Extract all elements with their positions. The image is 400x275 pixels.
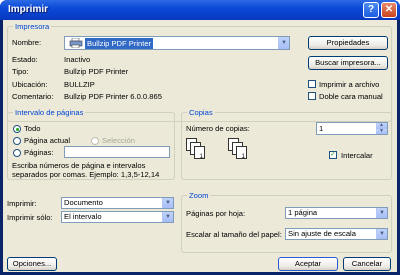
- scale-label: Escalar al tamaño del papel:: [186, 230, 282, 239]
- chevron-down-icon[interactable]: ▼: [162, 198, 173, 208]
- type-value: Bullzip PDF Printer: [64, 67, 129, 76]
- copies-group-title: Copias: [187, 108, 215, 117]
- scale-select[interactable]: Sin ajuste de escala ▼: [285, 228, 388, 240]
- comment-label: Comentario:: [12, 92, 54, 101]
- chevron-down-icon[interactable]: ▼: [278, 37, 289, 49]
- close-button[interactable]: ✕: [381, 2, 397, 18]
- window-title: Imprimir: [8, 4, 49, 15]
- page-range-pages-label: Páginas:: [24, 148, 54, 157]
- copies-count-label: Número de copias:: [186, 124, 250, 133]
- printer-name-value: Bullzip PDF Printer: [85, 38, 154, 49]
- status-value: Inactivo: [64, 55, 91, 64]
- page-range-selection-label: Selección: [102, 136, 135, 145]
- page-range-selection-radio[interactable]: [91, 137, 99, 145]
- duplex-label: Doble cara manual: [319, 92, 383, 101]
- comment-value: Bullzip PDF Printer 6.0.0.865: [64, 92, 162, 101]
- chevron-down-icon[interactable]: ▼: [376, 208, 387, 218]
- printer-group-title: Impresora: [13, 22, 52, 31]
- duplex-checkbox[interactable]: [308, 92, 316, 100]
- pages-input[interactable]: [64, 146, 170, 158]
- printer-name-label: Nombre:: [12, 38, 42, 47]
- pages-per-sheet-select[interactable]: 1 página ▼: [285, 207, 388, 219]
- printer-name-select[interactable]: Bullzip PDF Printer ▼: [64, 36, 290, 50]
- status-label: Estado:: [12, 55, 38, 64]
- printer-icon: [69, 37, 83, 49]
- copies-count-value: 1: [319, 124, 324, 133]
- find-printer-button[interactable]: Buscar impresora...: [308, 56, 388, 70]
- ok-button[interactable]: Aceptar: [278, 257, 338, 271]
- page-range-group-title: Intervalo de páginas: [13, 108, 86, 117]
- page-range-current-label: Página actual: [24, 136, 71, 145]
- location-value: BULLZIP: [64, 80, 95, 89]
- zoom-group-title: Zoom: [187, 191, 211, 200]
- chevron-down-icon[interactable]: ▼: [376, 229, 387, 239]
- print-to-file-checkbox[interactable]: [308, 80, 316, 88]
- print-only-value: El intervalo: [64, 212, 102, 221]
- pages-per-sheet-label: Páginas por hoja:: [186, 209, 246, 218]
- print-what-value: Documento: [64, 198, 103, 207]
- help-button[interactable]: ?: [363, 2, 379, 18]
- print-what-label: Imprimir:: [7, 199, 37, 208]
- print-dialog-window: Imprimir ? ✕ Impresora Nombre: Bullzip P…: [0, 0, 400, 275]
- collate-label: Intercalar: [341, 151, 373, 160]
- location-label: Ubicación:: [12, 80, 48, 89]
- properties-button[interactable]: Propiedades: [308, 36, 388, 50]
- spin-down-icon[interactable]: ▼: [376, 128, 387, 134]
- page-range-all-label: Todo: [24, 124, 41, 133]
- page-range-all-radio[interactable]: [13, 125, 21, 133]
- chevron-down-icon[interactable]: ▼: [162, 212, 173, 222]
- print-to-file-label: Imprimir a archivo: [319, 80, 380, 89]
- print-only-label: Imprimir sólo:: [7, 213, 53, 222]
- page-range-hint: Escriba números de página e intervalos s…: [12, 161, 160, 179]
- print-only-select[interactable]: El intervalo ▼: [61, 211, 174, 223]
- type-label: Tipo:: [12, 67, 29, 76]
- title-bar[interactable]: Imprimir ? ✕: [0, 0, 400, 20]
- print-what-select[interactable]: Documento ▼: [61, 197, 174, 209]
- copies-spinner[interactable]: 1 ▲ ▼: [316, 122, 388, 135]
- options-button[interactable]: Opciones...: [7, 257, 57, 271]
- zoom-group: Zoom: [181, 191, 392, 253]
- cancel-button[interactable]: Cancelar: [343, 257, 391, 271]
- page-range-current-radio[interactable]: [13, 137, 21, 145]
- pages-per-sheet-value: 1 página: [288, 208, 318, 217]
- scale-value: Sin ajuste de escala: [288, 229, 356, 238]
- collate-checkbox[interactable]: ✓: [329, 151, 337, 159]
- dialog-client-area: Impresora Nombre: Bullzip PDF Printer ▼ …: [3, 20, 397, 272]
- page-range-pages-radio[interactable]: [13, 149, 21, 157]
